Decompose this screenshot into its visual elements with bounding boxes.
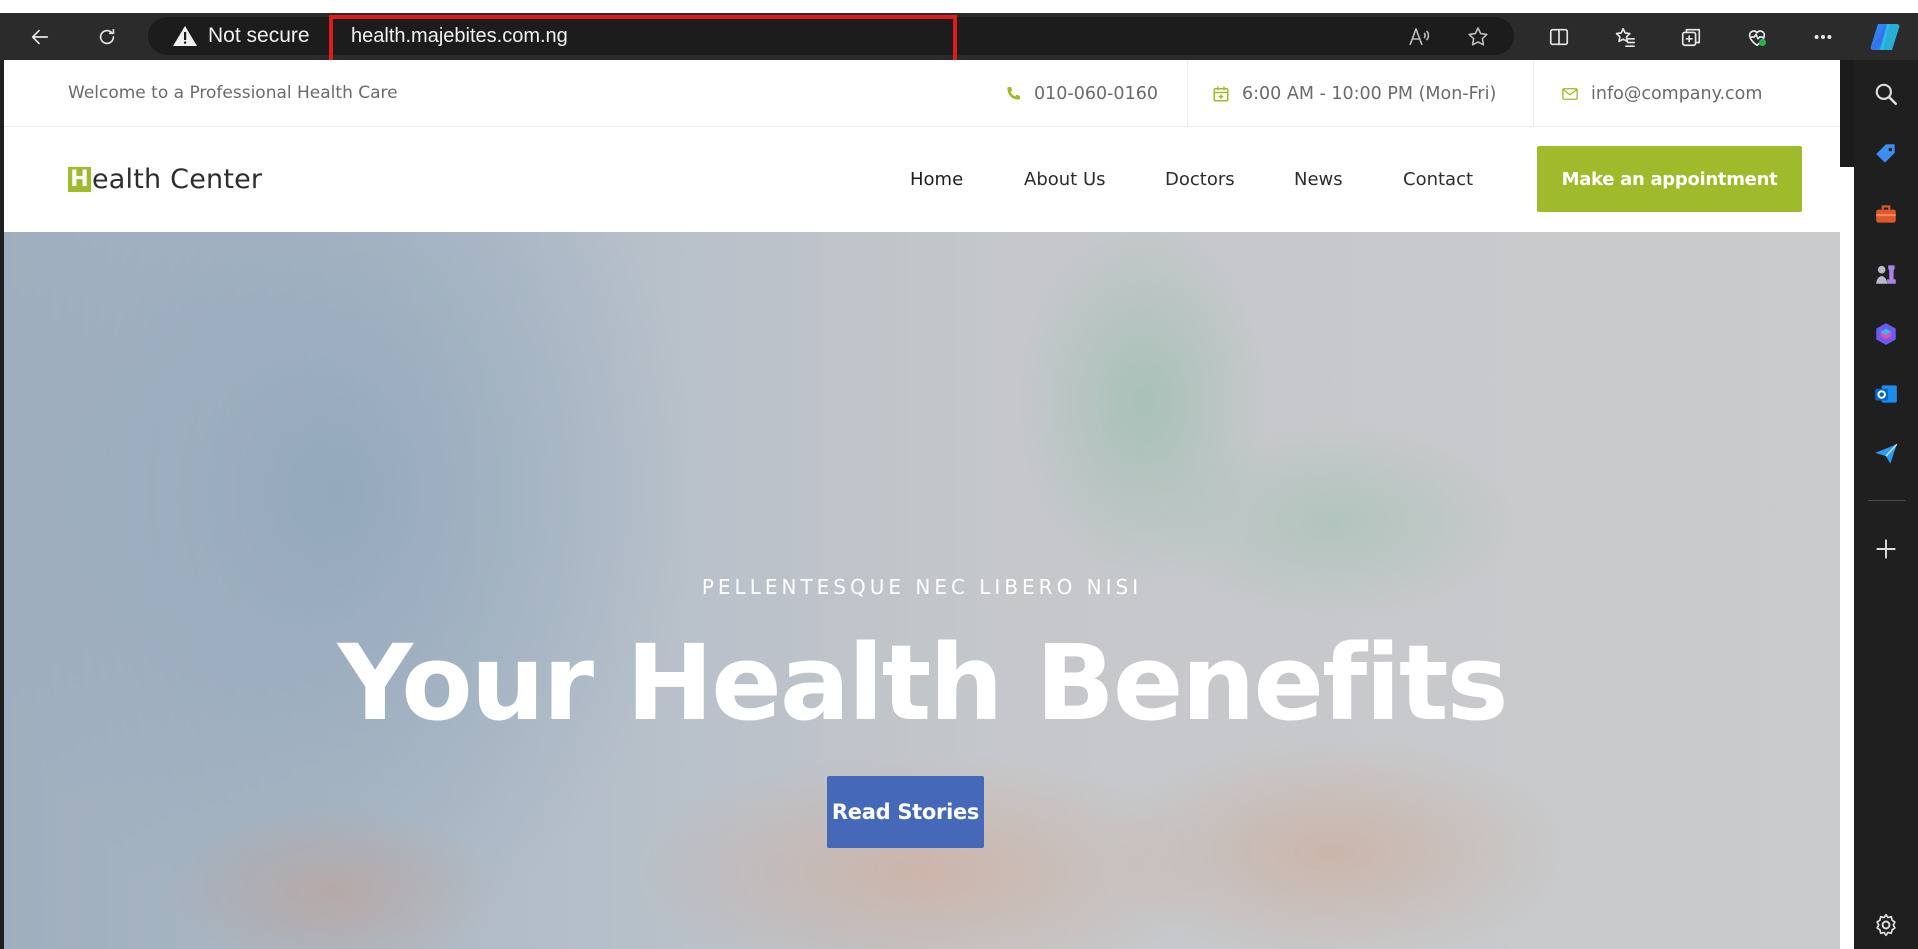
site-topbar: Welcome to a Professional Health Care 01… xyxy=(4,60,1840,127)
nav-contact[interactable]: Contact xyxy=(1403,127,1473,232)
tools-icon[interactable] xyxy=(1870,198,1902,230)
site-navbar: H ealth Center Home About Us Doctors New… xyxy=(4,127,1840,232)
outlook-icon[interactable] xyxy=(1870,378,1902,410)
logo-text: ealth Center xyxy=(92,164,263,195)
calendar-icon xyxy=(1213,86,1229,101)
email-address: info@company.com xyxy=(1591,83,1763,104)
nav-about-us[interactable]: About Us xyxy=(1024,127,1106,232)
nav-news[interactable]: News xyxy=(1294,127,1343,232)
mail-icon xyxy=(1562,87,1578,100)
warning-icon xyxy=(173,26,197,46)
search-icon[interactable] xyxy=(1870,78,1902,110)
topbar-divider xyxy=(1533,60,1534,127)
settings-icon[interactable] xyxy=(1870,909,1902,941)
topbar-divider xyxy=(1187,60,1188,127)
shopping-tag-icon[interactable] xyxy=(1870,138,1902,170)
read-stories-button[interactable]: Read Stories xyxy=(827,776,984,848)
opening-hours: 6:00 AM - 10:00 PM (Mon-Fri) xyxy=(1242,83,1497,104)
favorites-icon[interactable] xyxy=(1605,17,1645,57)
send-icon[interactable] xyxy=(1870,438,1902,470)
nav-doctors[interactable]: Doctors xyxy=(1165,127,1235,232)
phone-number: 010-060-0160 xyxy=(1034,83,1158,104)
logo-mark: H xyxy=(68,167,91,192)
welcome-text: Welcome to a Professional Health Care xyxy=(68,83,398,103)
page-scrollbar-thumb[interactable] xyxy=(1840,60,1854,167)
hero-banner: PELLENTESQUE NEC LIBERO NISI Your Health… xyxy=(4,232,1840,949)
copilot-icon[interactable] xyxy=(1865,17,1905,57)
split-screen-icon[interactable] xyxy=(1539,17,1579,57)
games-icon[interactable] xyxy=(1870,258,1902,290)
site-logo[interactable]: H ealth Center xyxy=(68,127,262,232)
security-label: Not secure xyxy=(208,24,310,47)
sidebar-divider xyxy=(1868,500,1906,501)
microsoft-365-icon[interactable] xyxy=(1870,318,1902,350)
site-info-button[interactable]: Not secure xyxy=(172,17,310,55)
web-page: Welcome to a Professional Health Care 01… xyxy=(4,60,1840,949)
hero-title: Your Health Benefits xyxy=(337,622,1509,744)
refresh-icon[interactable] xyxy=(87,17,127,57)
read-aloud-icon[interactable] xyxy=(1403,21,1435,53)
hours-info: 6:00 AM - 10:00 PM (Mon-Fri) xyxy=(1212,60,1496,127)
phone-icon xyxy=(1007,86,1021,100)
phone-contact[interactable]: 010-060-0160 xyxy=(1004,60,1158,127)
edge-sidebar xyxy=(1854,60,1918,949)
hero-kicker: PELLENTESQUE NEC LIBERO NISI xyxy=(701,575,1143,599)
email-contact[interactable]: info@company.com xyxy=(1561,60,1762,127)
browser-essentials-icon[interactable] xyxy=(1737,17,1777,57)
browser-toolbar: Not secure health.majebites.com.ng xyxy=(0,13,1918,67)
page-scrollbar-track[interactable] xyxy=(1840,167,1854,949)
more-icon[interactable] xyxy=(1803,17,1843,57)
make-appointment-button[interactable]: Make an appointment xyxy=(1537,146,1802,212)
window-top-strip xyxy=(0,0,1918,13)
back-icon[interactable] xyxy=(20,17,60,57)
add-icon[interactable] xyxy=(1870,533,1902,565)
collections-icon[interactable] xyxy=(1671,17,1711,57)
nav-home[interactable]: Home xyxy=(910,127,963,232)
favorite-star-icon[interactable] xyxy=(1462,21,1494,53)
